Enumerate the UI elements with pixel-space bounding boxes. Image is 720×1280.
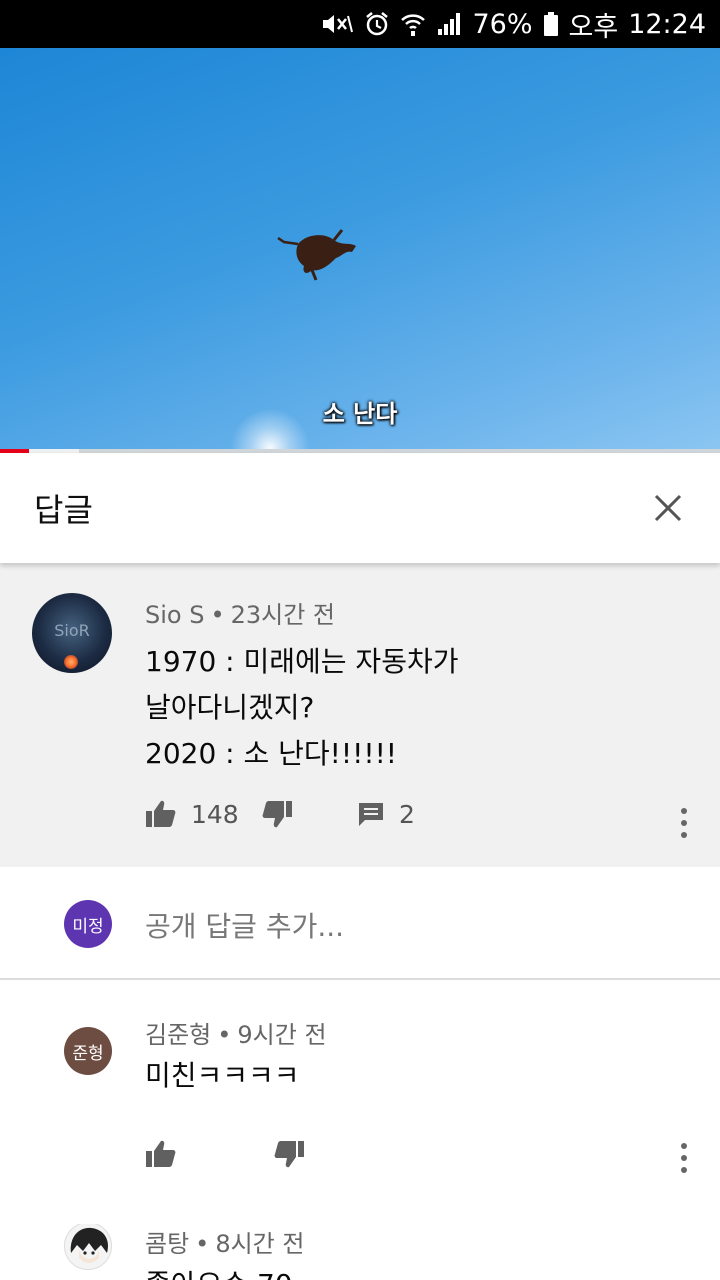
reply-author[interactable]: 콤탕 [145, 1230, 189, 1258]
thumbs-down-icon [262, 801, 292, 828]
comment-line: 1970 : 미래에는 자동차가 [145, 645, 459, 678]
comment-line: 2020 : 소 난다!!!!!! [145, 737, 398, 770]
thumbs-up-icon [146, 1140, 176, 1167]
anime-avatar-image [70, 1227, 109, 1263]
avatar[interactable]: SioR [32, 593, 112, 673]
more-dot [681, 1143, 687, 1149]
reply-more-button[interactable] [676, 1143, 692, 1173]
reply-button[interactable] [357, 800, 385, 828]
more-dot [681, 1167, 687, 1173]
reply-count: 2 [399, 799, 415, 829]
replies-panel-header: 답글 [0, 453, 720, 563]
video-subtitle: 소 난다 [322, 400, 398, 428]
close-button[interactable] [646, 486, 690, 530]
status-time: 12:24 [628, 8, 706, 40]
reply-item: 콤탕•8시간 전 좋아요수 70 [0, 1224, 720, 1280]
comment-more-button[interactable] [676, 808, 692, 838]
reply-input[interactable]: 공개 답글 추가... [145, 905, 344, 945]
reply-meta: 콤탕 • 8시간 전 [145, 1224, 304, 1259]
meta-separator: • [217, 1021, 232, 1049]
like-button[interactable] [145, 1139, 177, 1169]
main-comment: SioR Sio S • 23시간 전 1970 : 미래에는 자동차가 날아다니겠… [0, 563, 720, 867]
add-reply-row: 미정 공개 답글 추가... [0, 867, 720, 980]
reply-meta: 김준형 • 9시간 전 [145, 1015, 327, 1050]
more-dot [681, 1155, 687, 1161]
reply-time: 8시간 전 [215, 1230, 305, 1258]
comment-text: 1970 : 미래에는 자동차가 날아다니겠지? 2020 : 소 난다!!!!… [145, 639, 458, 777]
battery-icon [543, 11, 559, 37]
status-bar: 76% 오후 12:24 [0, 0, 720, 48]
alarm-icon [364, 11, 390, 37]
signal-icon [436, 11, 462, 37]
thumbs-up-icon [146, 800, 176, 827]
mute-icon [320, 11, 354, 37]
close-icon [654, 494, 682, 522]
reply-text: 좋아요수 70 [145, 1262, 293, 1280]
status-ampm: 오후 [568, 11, 619, 43]
comment-meta: Sio S • 23시간 전 [145, 595, 335, 630]
battery-percent: 76% [472, 8, 533, 40]
more-dot [681, 820, 687, 826]
avatar-mark: SioR [54, 621, 90, 640]
dislike-button[interactable] [261, 799, 293, 829]
reply-item: 준형 김준형 • 9시간 전 미친ㅋㅋㅋㅋ [0, 1015, 720, 1205]
avatar[interactable] [64, 1224, 112, 1270]
comment-icon [359, 803, 383, 826]
wifi-icon [400, 11, 426, 37]
flying-cow-figure [277, 229, 356, 281]
like-button[interactable] [145, 799, 177, 829]
more-dot [681, 808, 687, 814]
meta-separator: • [195, 1230, 210, 1258]
avatar[interactable]: 준형 [64, 1027, 112, 1075]
dislike-button[interactable] [273, 1139, 305, 1169]
thumbs-down-icon [274, 1141, 304, 1168]
more-dot [681, 832, 687, 838]
reply-text: 미친ㅋㅋㅋㅋ [145, 1059, 300, 1092]
comment-time: 23시간 전 [230, 601, 336, 629]
video-player[interactable]: 소 난다 [0, 48, 720, 453]
comment-author[interactable]: Sio S [145, 601, 204, 629]
avatar-spark [64, 655, 78, 669]
reply-time: 9시간 전 [237, 1021, 327, 1049]
comment-actions: 148 2 [145, 799, 415, 829]
panel-title: 답글 [34, 491, 93, 529]
user-avatar: 미정 [64, 900, 112, 948]
comment-line: 날아다니겠지? [145, 691, 315, 724]
meta-separator: • [210, 601, 225, 629]
reply-author[interactable]: 김준형 [145, 1021, 211, 1049]
reply-actions [145, 1139, 305, 1169]
like-count: 148 [191, 799, 239, 829]
